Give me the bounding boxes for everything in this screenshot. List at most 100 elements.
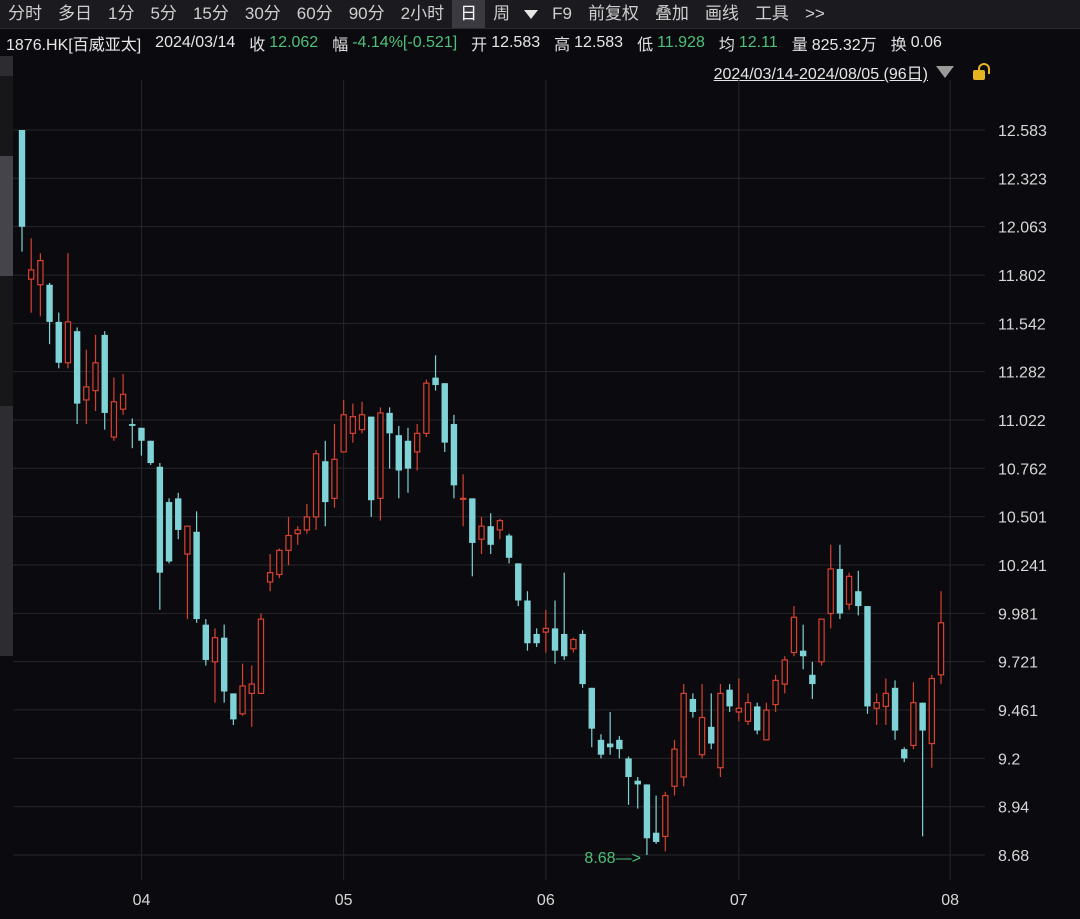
candle-body xyxy=(781,659,788,685)
candle xyxy=(799,624,807,670)
candle-body xyxy=(413,432,421,453)
candle-body xyxy=(193,531,200,620)
candle-body xyxy=(156,466,164,573)
candle-body xyxy=(450,424,458,486)
candle xyxy=(248,665,255,727)
candle xyxy=(18,130,26,252)
y-tick-label: 12.063 xyxy=(998,220,1047,237)
candle-body xyxy=(184,525,191,555)
candle xyxy=(643,784,651,855)
candle xyxy=(836,544,844,620)
candle-body xyxy=(634,780,641,785)
candle-body xyxy=(266,572,274,583)
candle-body xyxy=(92,362,99,392)
candle-body xyxy=(230,693,237,720)
candle-body xyxy=(294,529,301,535)
candle xyxy=(781,656,788,694)
candle xyxy=(524,591,531,651)
candle-body xyxy=(110,401,118,438)
candle xyxy=(827,544,834,629)
candle-body xyxy=(533,633,540,644)
candle-body xyxy=(937,622,945,676)
candle xyxy=(230,693,237,725)
y-tick-label: 9.2 xyxy=(998,751,1020,768)
candle-body xyxy=(809,674,816,685)
candle xyxy=(358,401,366,434)
y-tick-label: 9.461 xyxy=(998,703,1038,720)
candle xyxy=(855,570,862,616)
candle-body xyxy=(404,440,412,469)
candle xyxy=(239,663,246,716)
candle-body xyxy=(64,321,72,364)
x-tick-label: 08 xyxy=(941,892,959,909)
x-tick-label: 07 xyxy=(730,892,748,909)
candle xyxy=(322,440,329,527)
candle xyxy=(625,756,632,805)
candle xyxy=(680,684,687,787)
candle-body xyxy=(652,832,660,842)
candle-body xyxy=(18,130,26,227)
candle xyxy=(763,702,770,741)
y-tick-label: 11.802 xyxy=(998,268,1046,285)
candle xyxy=(671,739,678,796)
candle xyxy=(92,334,99,412)
candle-body xyxy=(55,321,62,363)
candle xyxy=(331,424,338,508)
candle-body xyxy=(717,692,724,769)
candle xyxy=(505,533,513,564)
candle xyxy=(845,572,853,610)
candle xyxy=(73,327,81,425)
candle-body xyxy=(469,498,476,543)
candle-body xyxy=(882,692,890,707)
x-tick-label: 05 xyxy=(335,892,353,909)
candle-body xyxy=(570,638,577,650)
candle-body xyxy=(616,739,623,750)
candle-body xyxy=(891,687,899,731)
candle xyxy=(266,554,274,592)
x-tick-label: 04 xyxy=(133,892,151,909)
candle xyxy=(937,591,945,685)
candle-body xyxy=(83,386,90,401)
candle-body xyxy=(73,331,81,404)
candle xyxy=(588,687,595,748)
candle xyxy=(55,312,62,369)
y-tick-label: 10.762 xyxy=(998,461,1047,478)
candle xyxy=(459,474,467,527)
candle xyxy=(873,693,880,725)
candle-body xyxy=(211,637,219,663)
candle-body xyxy=(827,568,834,615)
candle xyxy=(726,684,733,712)
candle-body xyxy=(855,591,862,607)
y-tick-label: 10.501 xyxy=(998,510,1047,527)
candle-body xyxy=(119,393,127,410)
min-price-annotation: 8.68—> xyxy=(584,850,640,867)
candle-body xyxy=(726,689,733,707)
y-tick-label: 9.721 xyxy=(998,655,1038,672)
candle-body xyxy=(496,520,504,531)
candle-body xyxy=(138,427,145,441)
y-tick-label: 8.94 xyxy=(998,800,1029,817)
candle xyxy=(368,416,375,517)
candle xyxy=(772,674,779,712)
candle-body xyxy=(487,526,494,545)
candle-body xyxy=(312,453,320,518)
candle xyxy=(689,693,697,718)
candle xyxy=(496,518,504,540)
candle-body xyxy=(754,706,761,731)
candle xyxy=(349,403,357,443)
candle xyxy=(542,609,550,653)
candle xyxy=(340,399,347,453)
candle-body xyxy=(276,549,283,576)
candle xyxy=(27,238,35,313)
candle-body xyxy=(643,784,651,839)
candle-body xyxy=(910,702,917,747)
candle xyxy=(478,516,485,555)
candle-body xyxy=(129,424,136,426)
candle-body xyxy=(331,458,338,499)
candle-body xyxy=(303,516,311,531)
y-tick-label: 11.542 xyxy=(998,316,1046,333)
candle-body xyxy=(698,716,706,756)
candle xyxy=(211,628,219,703)
candle xyxy=(708,693,715,750)
candle xyxy=(910,682,917,750)
